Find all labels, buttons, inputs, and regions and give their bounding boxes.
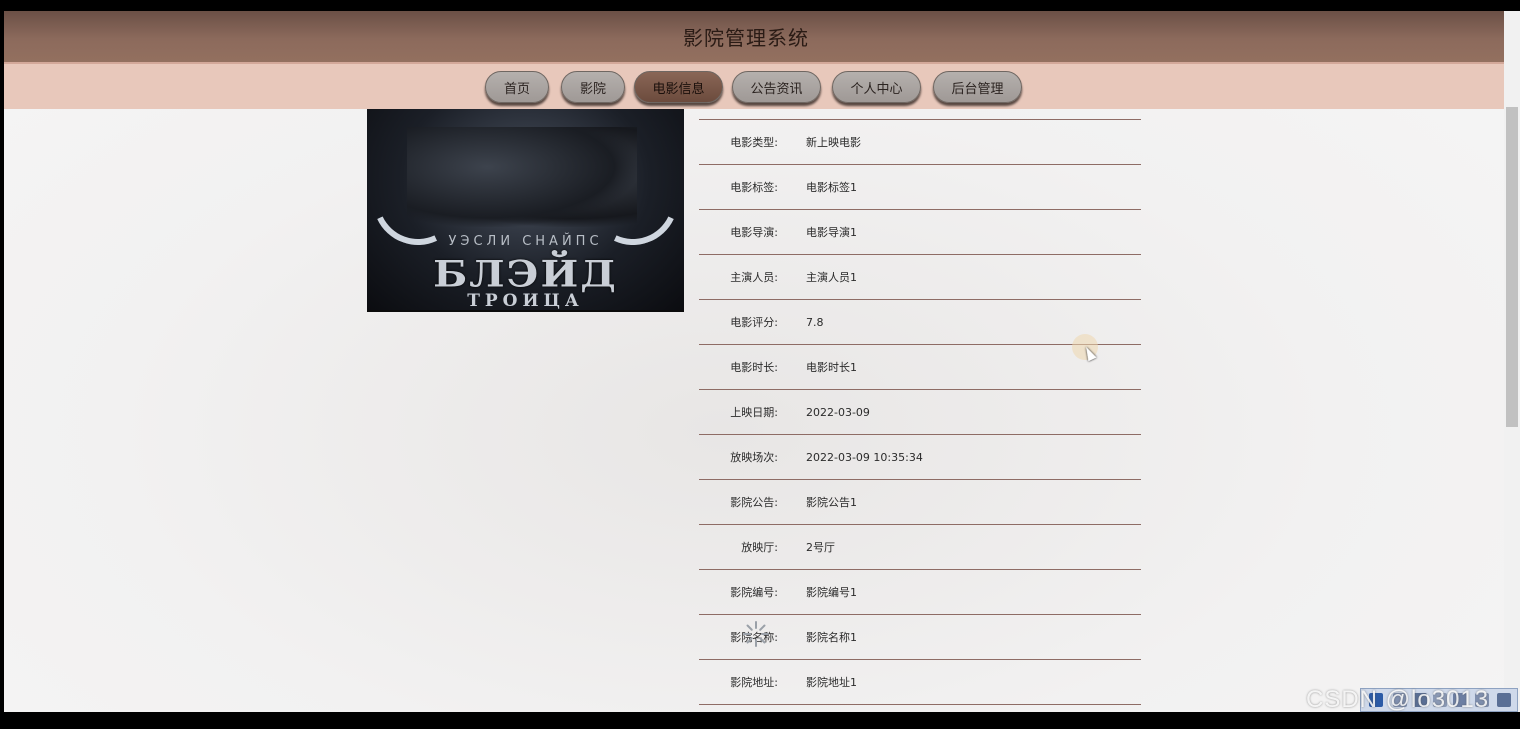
detail-label: 电影类型: xyxy=(730,136,778,149)
detail-label: 放映厅: xyxy=(741,541,778,554)
detail-row: 放映场次: 2022-03-09 10:35:34 xyxy=(699,435,1141,480)
detail-value: 2022-03-09 xyxy=(806,405,870,419)
nav-item-movie-info[interactable]: 电影信息 xyxy=(634,71,723,103)
vertical-scrollbar[interactable] xyxy=(1504,11,1520,712)
detail-row: 影院地址: 影院地址1 xyxy=(699,660,1141,705)
nav-item-admin[interactable]: 后台管理 xyxy=(933,71,1022,103)
detail-label: 电影时长: xyxy=(730,361,778,374)
detail-value: 主演人员1 xyxy=(806,271,857,284)
detail-value: 电影时长1 xyxy=(806,361,857,374)
detail-row: 电影标签: 电影标签1 xyxy=(699,165,1141,210)
nav-item-personal-center[interactable]: 个人中心 xyxy=(832,71,921,103)
detail-value: 2号厅 xyxy=(806,541,835,554)
main-nav: 首页 影院 电影信息 公告资讯 个人中心 后台管理 xyxy=(4,62,1504,109)
poster-actor-text: УЭСЛИ СНАЙПС xyxy=(448,234,603,249)
scrollbar-thumb[interactable] xyxy=(1506,107,1518,427)
title-bar: 影院管理系统 xyxy=(4,11,1504,62)
loading-spinner-icon xyxy=(741,619,771,649)
detail-value: 影院地址1 xyxy=(806,676,857,689)
page-title: 影院管理系统 xyxy=(683,26,809,50)
detail-label: 主演人员: xyxy=(730,271,778,284)
detail-rows: 电影类型: 新上映电影电影标签: 电影标签1 电影导演: 电影导演1 主演人员: 主演人员1… xyxy=(699,120,1141,705)
detail-label: 放映场次: xyxy=(730,451,778,464)
detail-row: 影院编号: 影院编号1 xyxy=(699,570,1141,615)
detail-row: 电影导演: 电影导演1 xyxy=(699,210,1141,255)
detail-value: 2022-03-09 10:35:34 xyxy=(806,450,923,464)
detail-label: 电影导演: xyxy=(730,226,778,239)
movie-details: 电影类型: 新上映电影电影标签: 电影标签1 电影导演: 电影导演1 主演人员: 主演人员1… xyxy=(699,119,1141,705)
movie-poster: УЭСЛИ СНАЙПС БЛЭЙД ТРОИЦА xyxy=(367,109,684,312)
nav-item-announcements[interactable]: 公告资讯 xyxy=(732,71,821,103)
detail-label: 电影评分: xyxy=(730,316,778,329)
watermark: CSDN @lo3013 xyxy=(1306,686,1490,713)
detail-label: 影院地址: xyxy=(730,676,778,689)
detail-value: 电影标签1 xyxy=(806,181,857,194)
detail-value: 电影导演1 xyxy=(806,226,857,239)
detail-row: 影院公告: 影院公告1 xyxy=(699,480,1141,525)
poster-subtitle-text: ТРОИЦА xyxy=(467,291,584,311)
detail-row: 主演人员: 主演人员1 xyxy=(699,255,1141,300)
nav-item-home[interactable]: 首页 xyxy=(485,71,549,103)
detail-row: 电影类型: 新上映电影 xyxy=(699,120,1141,165)
detail-row: 上映日期: 2022-03-09 xyxy=(699,390,1141,435)
detail-label: 影院公告: xyxy=(730,496,778,509)
detail-label: 影院编号: xyxy=(730,586,778,599)
detail-value: 7.8 xyxy=(806,315,824,329)
detail-value: 影院名称1 xyxy=(806,631,857,644)
detail-label: 电影标签: xyxy=(730,181,778,194)
detail-value: 新上映电影 xyxy=(806,136,861,149)
screen-border xyxy=(0,712,1520,729)
wrench-icon[interactable] xyxy=(1497,693,1511,707)
page-viewport: 影院管理系统 首页 影院 电影信息 公告资讯 个人中心 后台管理 УЭСЛИ С… xyxy=(4,11,1504,712)
detail-value: 影院编号1 xyxy=(806,586,857,599)
detail-label: 上映日期: xyxy=(730,406,778,419)
poster-title-text: БЛЭЙД xyxy=(433,253,618,296)
nav-item-cinema[interactable]: 影院 xyxy=(561,71,625,103)
detail-value: 影院公告1 xyxy=(806,496,857,509)
detail-row: 放映厅: 2号厅 xyxy=(699,525,1141,570)
